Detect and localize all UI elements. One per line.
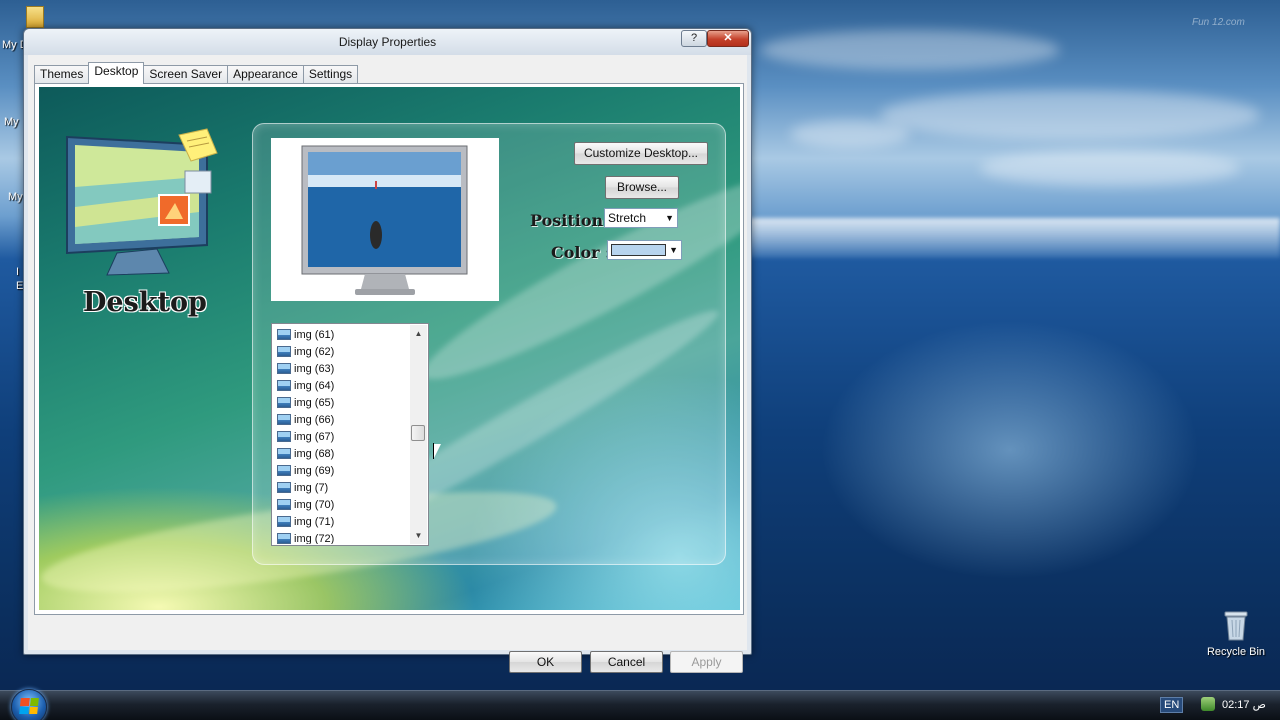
list-item[interactable]: img (63) <box>274 360 410 377</box>
cancel-button[interactable]: Cancel <box>590 651 663 673</box>
tab-appearance[interactable]: Appearance <box>227 65 304 84</box>
list-item[interactable]: img (7) <box>274 479 410 496</box>
position-value: Stretch <box>608 211 647 225</box>
title-bar[interactable]: Display Properties ? ✕ <box>24 29 751 55</box>
desktop-icon-label[interactable]: My <box>8 191 23 203</box>
list-item[interactable]: img (70) <box>274 496 410 513</box>
color-swatch <box>611 244 666 256</box>
tab-strip: Themes Desktop Screen Saver Appearance S… <box>34 62 359 84</box>
recycle-bin-icon[interactable] <box>1222 608 1250 642</box>
image-file-icon <box>277 448 291 459</box>
desktop-tab-panel: Desktop Customize Desktop... Browse... P… <box>34 83 744 615</box>
list-item-label: img (62) <box>294 345 335 358</box>
image-file-icon <box>277 431 291 442</box>
wallpaper-preview <box>271 138 499 301</box>
tab-screen-saver[interactable]: Screen Saver <box>143 65 229 84</box>
taskbar-clock[interactable]: 02:17 ص <box>1222 698 1266 711</box>
browse-button[interactable]: Browse... <box>605 176 679 199</box>
preview-monitor-icon <box>301 145 468 295</box>
image-file-icon <box>277 533 291 544</box>
desktop-icon-folder[interactable] <box>26 6 44 28</box>
chevron-down-icon: ▼ <box>665 213 674 223</box>
image-file-icon <box>277 397 291 408</box>
color-picker[interactable]: ▼ <box>607 240 682 260</box>
color-label: Color : <box>551 243 612 262</box>
image-file-icon <box>277 346 291 357</box>
list-item[interactable]: img (64) <box>274 377 410 394</box>
network-tray-icon[interactable] <box>1201 697 1215 711</box>
position-label: Position : <box>530 211 615 230</box>
window-title: Display Properties <box>338 35 437 49</box>
list-item-label: img (71) <box>294 515 335 528</box>
recycle-bin-label[interactable]: Recycle Bin <box>1205 646 1267 658</box>
list-item-label: img (63) <box>294 362 335 375</box>
list-item-label: img (65) <box>294 396 335 409</box>
list-item[interactable]: img (66) <box>274 411 410 428</box>
list-item[interactable]: img (62) <box>274 343 410 360</box>
image-file-icon <box>277 482 291 493</box>
position-dropdown[interactable]: Stretch ▼ <box>604 208 678 228</box>
desktop-icon-label[interactable]: My <box>4 116 19 128</box>
list-item-label: img (69) <box>294 464 335 477</box>
ok-button[interactable]: OK <box>509 651 582 673</box>
desktop-monitor-icon <box>66 128 218 276</box>
mouse-cursor-icon <box>433 443 441 459</box>
chevron-down-icon: ▼ <box>669 245 678 255</box>
image-file-icon <box>277 499 291 510</box>
help-button[interactable]: ? <box>681 30 707 47</box>
list-item-label: img (70) <box>294 498 335 511</box>
image-file-icon <box>277 465 291 476</box>
image-file-icon <box>277 414 291 425</box>
list-item-label: img (66) <box>294 413 335 426</box>
list-item-label: img (64) <box>294 379 335 392</box>
background-list-items: img (61) img (62) img (63) img (64) img (65)… <box>274 326 410 544</box>
scroll-thumb[interactable] <box>411 425 425 441</box>
tab-desktop[interactable]: Desktop <box>88 62 145 84</box>
tab-themes[interactable]: Themes <box>34 65 90 84</box>
list-item[interactable]: img (65) <box>274 394 410 411</box>
apply-button[interactable]: Apply <box>670 651 743 673</box>
tab-settings[interactable]: Settings <box>302 65 359 84</box>
customize-desktop-button[interactable]: Customize Desktop... <box>574 142 708 165</box>
taskbar <box>0 690 1280 720</box>
windows-logo-icon <box>19 698 39 714</box>
list-item[interactable]: img (68) <box>274 445 410 462</box>
language-indicator[interactable]: EN <box>1160 697 1184 713</box>
list-item-label: img (72) <box>294 532 335 545</box>
scroll-up-icon[interactable]: ▲ <box>410 325 427 342</box>
close-button[interactable]: ✕ <box>707 30 749 47</box>
desktop-heading: Desktop <box>83 287 207 318</box>
watermark: Fun 12.com <box>1192 17 1245 28</box>
list-item[interactable]: img (69) <box>274 462 410 479</box>
display-properties-window: Display Properties ? ✕ Themes Desktop Sc… <box>23 28 752 673</box>
list-item-label: img (68) <box>294 447 335 460</box>
desktop-icon-label[interactable]: I <box>16 266 19 278</box>
scroll-down-icon[interactable]: ▼ <box>410 527 427 544</box>
image-file-icon <box>277 363 291 374</box>
list-item-label: img (67) <box>294 430 335 443</box>
background-list[interactable]: img (61) img (62) img (63) img (64) img (65)… <box>271 323 429 546</box>
image-file-icon <box>277 329 291 340</box>
list-item-label: img (61) <box>294 328 335 341</box>
list-item[interactable]: img (61) <box>274 326 410 343</box>
panel-background: Desktop Customize Desktop... Browse... P… <box>39 87 740 610</box>
image-file-icon <box>277 516 291 527</box>
list-scrollbar[interactable]: ▲ ▼ <box>410 325 427 544</box>
list-item[interactable]: img (72) <box>274 530 410 544</box>
dialog-client: Themes Desktop Screen Saver Appearance S… <box>28 55 747 673</box>
list-item[interactable]: img (67) <box>274 428 410 445</box>
list-item-label: img (7) <box>294 481 329 494</box>
image-file-icon <box>277 380 291 391</box>
list-item[interactable]: img (71) <box>274 513 410 530</box>
